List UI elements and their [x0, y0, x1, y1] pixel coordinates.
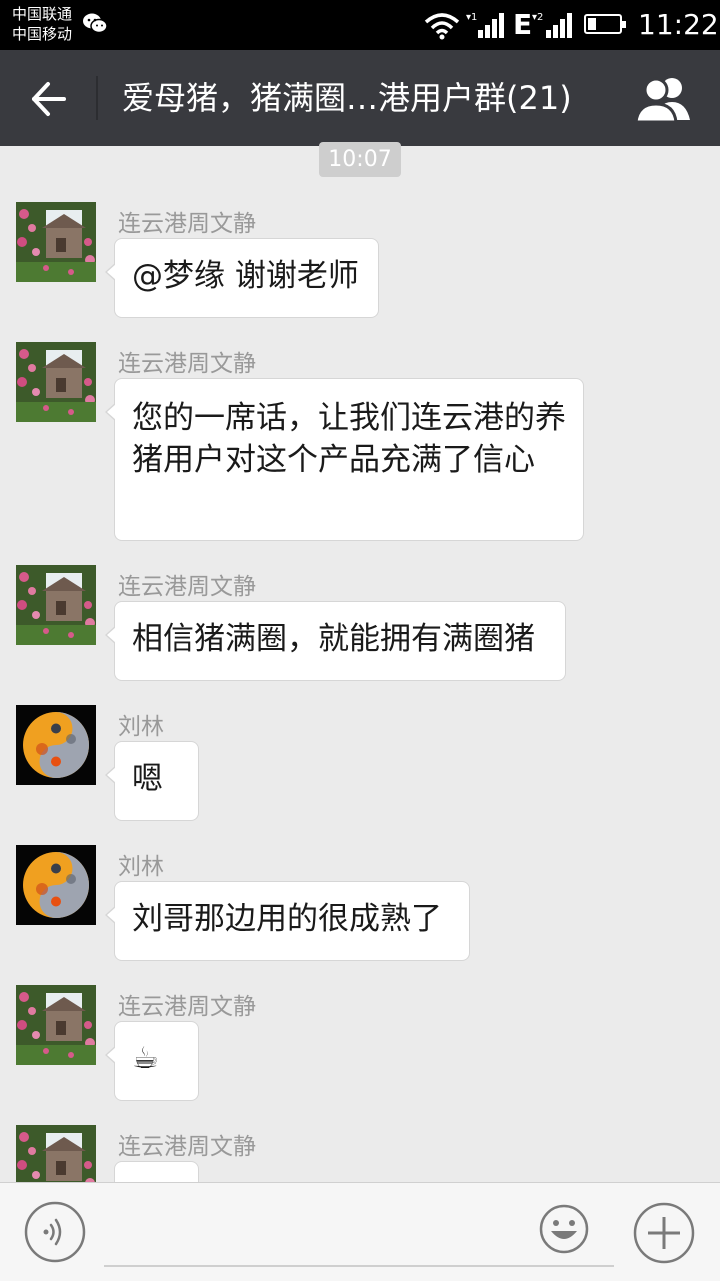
carrier-1: 中国联通	[12, 5, 73, 23]
chat-title: 爱母猪，猪满圈…港用户群(21)	[122, 79, 572, 117]
carrier-info: 中国联通 中国移动	[12, 4, 72, 44]
header-divider	[96, 76, 98, 120]
coffee-emoji-bubble[interactable]: ☕	[105, 1021, 199, 1101]
carrier-2: 中国移动	[12, 25, 73, 43]
avatar[interactable]	[16, 565, 96, 645]
avatar[interactable]	[16, 985, 96, 1065]
chat-timestamp: 10:07	[319, 142, 401, 177]
clock: 11:22	[638, 8, 719, 41]
chat-header: 爱母猪，猪满圈…港用户群(21)	[0, 50, 720, 146]
avatar[interactable]	[16, 202, 96, 282]
battery-icon	[584, 14, 626, 34]
message-bubble[interactable]: 相信猪满圈，就能拥有满圈猪	[105, 601, 566, 681]
message-sender: 连云港周文静	[118, 211, 256, 237]
message-sender: 连云港周文静	[118, 994, 256, 1020]
signal-1-icon: ▾1	[466, 12, 504, 38]
avatar[interactable]	[16, 342, 96, 422]
status-bar: 中国联通 中国移动 ▾1 E ▾2 11:22	[0, 0, 720, 50]
message-sender: 连云港周文静	[118, 351, 256, 377]
message-bubble[interactable]: @梦缘 谢谢老师	[105, 238, 379, 318]
signal-2-icon: ▾2	[532, 12, 572, 38]
network-type: E	[513, 8, 533, 41]
voice-icon[interactable]	[24, 1201, 86, 1263]
message-bubble[interactable]: 刘哥那边用的很成熟了	[105, 881, 470, 961]
arrow-left-icon[interactable]	[22, 74, 76, 124]
message-sender: 刘林	[118, 714, 164, 740]
svg-text:▾2: ▾2	[532, 12, 543, 23]
avatar[interactable]	[16, 845, 96, 925]
wechat-icon	[83, 13, 108, 34]
plus-icon[interactable]	[632, 1201, 696, 1265]
svg-text:▾1: ▾1	[466, 12, 477, 23]
message-bubble[interactable]: 您的一席话，让我们连云港的养猪用户对这个产品充满了信心	[105, 378, 584, 541]
input-bar	[0, 1182, 720, 1281]
message-sender: 连云港周文静	[118, 1134, 256, 1160]
message-sender: 连云港周文静	[118, 574, 256, 600]
wifi-icon	[424, 13, 460, 40]
emoji-icon[interactable]	[538, 1203, 590, 1255]
message-bubble[interactable]: 嗯	[105, 741, 199, 821]
message-sender: 刘林	[118, 854, 164, 880]
avatar[interactable]	[16, 705, 96, 785]
group-members-icon[interactable]	[632, 72, 696, 124]
